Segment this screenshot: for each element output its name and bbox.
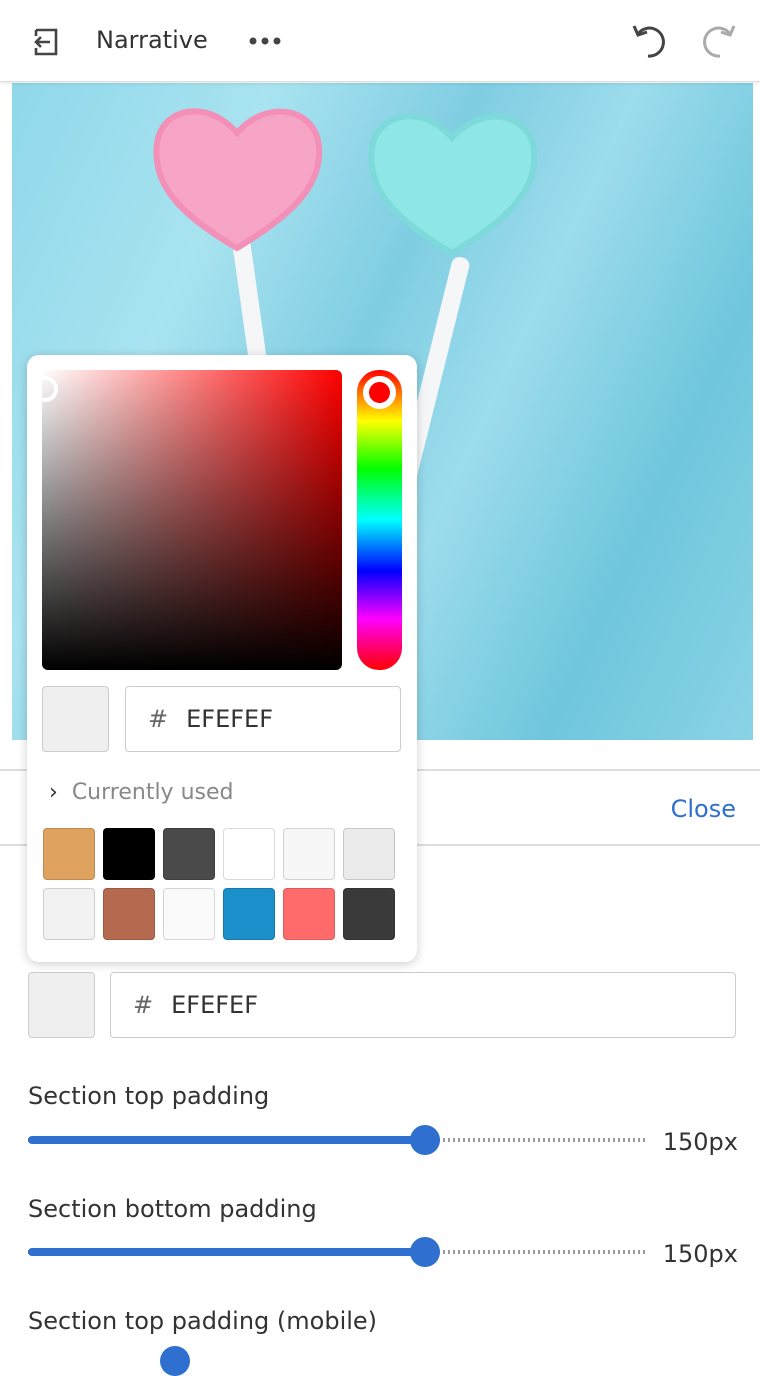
hash-label: # — [133, 991, 154, 1019]
exit-icon[interactable] — [30, 26, 62, 62]
top-bar: Narrative — [0, 0, 760, 82]
page-title: Narrative — [96, 26, 208, 54]
saturation-handle[interactable] — [32, 376, 58, 402]
color-swatch[interactable] — [283, 888, 335, 940]
more-horizontal-icon[interactable] — [248, 33, 282, 52]
currently-used-toggle[interactable]: › Currently used — [49, 780, 233, 805]
hex-input[interactable]: # EFEFEF — [125, 686, 401, 752]
color-swatch[interactable] — [343, 828, 395, 880]
mobile-top-padding-label: Section top padding (mobile) — [28, 1307, 378, 1335]
top-padding-value: 150px — [662, 1128, 738, 1156]
redo-icon[interactable] — [696, 20, 738, 66]
hex-value: EFEFEF — [171, 991, 259, 1019]
top-padding-label: Section top padding — [28, 1082, 270, 1110]
color-swatch[interactable] — [103, 888, 155, 940]
color-swatch[interactable] — [43, 828, 95, 880]
chevron-right-icon: › — [49, 780, 58, 805]
bottom-padding-slider[interactable] — [28, 1237, 648, 1267]
color-swatch[interactable] — [223, 828, 275, 880]
color-swatch[interactable] — [43, 888, 95, 940]
swatch-grid — [43, 828, 395, 940]
top-padding-slider[interactable] — [28, 1125, 648, 1155]
hash-label: # — [148, 705, 169, 733]
currently-used-label: Currently used — [71, 780, 234, 805]
saturation-area[interactable] — [32, 370, 342, 670]
hue-slider[interactable] — [357, 370, 402, 670]
slider-handle[interactable] — [409, 1125, 440, 1155]
color-picker-popup: # EFEFEF › Currently used — [27, 355, 417, 962]
color-swatch[interactable] — [283, 828, 335, 880]
slider-handle[interactable] — [409, 1237, 440, 1267]
bottom-padding-value: 150px — [662, 1240, 738, 1268]
undo-icon[interactable] — [630, 20, 672, 66]
color-swatch[interactable] — [163, 888, 215, 940]
background-color-preview[interactable] — [28, 972, 95, 1038]
background-hex-input[interactable]: # EFEFEF — [110, 972, 736, 1038]
color-swatch[interactable] — [343, 888, 395, 940]
hue-handle[interactable] — [363, 376, 396, 409]
bottom-padding-label: Section bottom padding — [28, 1195, 317, 1223]
close-button[interactable]: Close — [671, 795, 736, 823]
color-swatch[interactable] — [223, 888, 275, 940]
color-preview — [42, 686, 109, 752]
hex-value: EFEFEF — [186, 705, 274, 733]
color-swatch[interactable] — [163, 828, 215, 880]
color-swatch[interactable] — [103, 828, 155, 880]
